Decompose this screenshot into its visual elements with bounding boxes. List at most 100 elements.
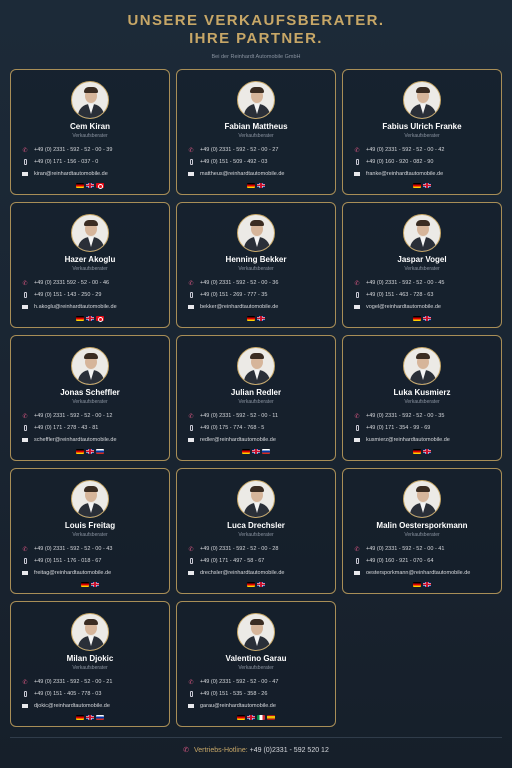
phone-number[interactable]: +49 (0) 2331 - 592 - 52 - 00 - 42: [366, 147, 444, 153]
email-row[interactable]: kiran@reinhardtautomobile.de: [21, 168, 169, 180]
mobile-number[interactable]: +49 (0) 151 - 176 - 018 - 67: [34, 558, 101, 564]
advisor-name: Luca Drechsler: [227, 521, 285, 530]
mobile-number[interactable]: +49 (0) 171 - 156 - 037 - 0: [34, 159, 98, 165]
mobile-row[interactable]: +49 (0) 171 - 354 - 99 - 69: [353, 422, 501, 434]
mobile-number[interactable]: +49 (0) 151 - 463 - 728 - 63: [366, 292, 433, 298]
mobile-row[interactable]: +49 (0) 175 - 774 - 768 - 5: [187, 422, 335, 434]
phone-row[interactable]: ✆ +49 (0) 2331 - 592 - 52 - 00 - 35: [353, 410, 501, 422]
email-link[interactable]: kiran@reinhardtautomobile.de: [34, 171, 108, 177]
email-row[interactable]: djokic@reinhardtautomobile.de: [21, 700, 169, 712]
phone-row[interactable]: ✆ +49 (0) 2331 - 592 - 52 - 00 - 45: [353, 277, 501, 289]
mobile-number[interactable]: +49 (0) 171 - 278 - 43 - 81: [34, 425, 98, 431]
phone-row[interactable]: ✆ +49 (0) 2331 - 592 - 52 - 00 - 28: [187, 543, 335, 555]
hotline-number[interactable]: +49 (0)2331 - 592 520 12: [250, 747, 329, 754]
email-row[interactable]: redler@reinhardtautomobile.de: [187, 434, 335, 446]
advisor-contacts: ✆ +49 (0) 2331 - 592 - 52 - 00 - 21 +49 …: [11, 676, 169, 712]
mobile-number[interactable]: +49 (0) 175 - 774 - 768 - 5: [200, 425, 264, 431]
phone-number[interactable]: +49 (0) 2331 - 592 - 52 - 00 - 21: [34, 679, 112, 685]
mobile-row[interactable]: +49 (0) 151 - 143 - 250 - 29: [21, 289, 169, 301]
email-row[interactable]: bekker@reinhardtautomobile.de: [187, 301, 335, 313]
language-flags: [11, 582, 169, 587]
advisor-card: Valentino Garau Verkaufsberater ✆ +49 (0…: [176, 601, 336, 727]
mobile-number[interactable]: +49 (0) 160 - 920 - 082 - 90: [366, 159, 433, 165]
email-row[interactable]: oestersporkmann@reinhardtautomobile.de: [353, 567, 501, 579]
email-link[interactable]: scheffler@reinhardtautomobile.de: [34, 437, 117, 443]
mobile-number[interactable]: +49 (0) 151 - 405 - 778 - 03: [34, 691, 101, 697]
email-row[interactable]: kusmierz@reinhardtautomobile.de: [353, 434, 501, 446]
phone-row[interactable]: ✆ +49 (0) 2331 - 592 - 52 - 00 - 21: [21, 676, 169, 688]
phone-row[interactable]: ✆ +49 (0) 2331 - 592 - 52 - 00 - 11: [187, 410, 335, 422]
email-row[interactable]: h.akoglu@reinhardtautomobile.de: [21, 301, 169, 313]
phone-row[interactable]: ✆ +49 (0) 2331 - 592 - 52 - 00 - 12: [21, 410, 169, 422]
mobile-row[interactable]: +49 (0) 151 - 176 - 018 - 67: [21, 555, 169, 567]
mobile-row[interactable]: +49 (0) 151 - 463 - 728 - 63: [353, 289, 501, 301]
advisor-card: Hazer Akoglu Verkaufsberater ✆ +49 (0) 2…: [10, 202, 170, 328]
phone-row[interactable]: ✆ +49 (0) 2331 - 592 - 52 - 00 - 47: [187, 676, 335, 688]
mobile-row[interactable]: +49 (0) 171 - 497 - 58 - 67: [187, 555, 335, 567]
email-link[interactable]: franke@reinhardtautomobile.de: [366, 171, 443, 177]
mobile-row[interactable]: +49 (0) 151 - 269 - 777 - 35: [187, 289, 335, 301]
phone-number[interactable]: +49 (0) 2331 - 592 - 52 - 00 - 12: [34, 413, 112, 419]
flag-de-icon: [413, 582, 421, 587]
mobile-row[interactable]: +49 (0) 151 - 405 - 778 - 03: [21, 688, 169, 700]
email-link[interactable]: oestersporkmann@reinhardtautomobile.de: [366, 570, 470, 576]
advisor-role: Verkaufsberater: [404, 399, 440, 405]
email-row[interactable]: scheffler@reinhardtautomobile.de: [21, 434, 169, 446]
phone-row[interactable]: ✆ +49 (0) 2331 - 592 - 52 - 00 - 41: [353, 543, 501, 555]
phone-row[interactable]: ✆ +49 (0) 2331 - 592 - 52 - 00 - 43: [21, 543, 169, 555]
mobile-number[interactable]: +49 (0) 151 - 535 - 358 - 26: [200, 691, 267, 697]
phone-number[interactable]: +49 (0) 2331 - 592 - 52 - 00 - 27: [200, 147, 278, 153]
mobile-row[interactable]: +49 (0) 171 - 156 - 037 - 0: [21, 156, 169, 168]
email-link[interactable]: garau@reinhardtautomobile.de: [200, 703, 276, 709]
phone-number[interactable]: +49 (0) 2331 - 592 - 52 - 00 - 45: [366, 280, 444, 286]
phone-number[interactable]: +49 (0) 2331 - 592 - 52 - 00 - 28: [200, 546, 278, 552]
email-link[interactable]: redler@reinhardtautomobile.de: [200, 437, 276, 443]
email-row[interactable]: freitag@reinhardtautomobile.de: [21, 567, 169, 579]
email-link[interactable]: bekker@reinhardtautomobile.de: [200, 304, 278, 310]
mobile-number[interactable]: +49 (0) 151 - 143 - 250 - 29: [34, 292, 101, 298]
mobile-icon: [187, 557, 195, 565]
phone-number[interactable]: +49 (0) 2331 - 592 - 52 - 00 - 39: [34, 147, 112, 153]
mail-icon: [21, 303, 29, 311]
phone-row[interactable]: ✆ +49 (0) 2331 - 592 - 52 - 00 - 36: [187, 277, 335, 289]
email-link[interactable]: djokic@reinhardtautomobile.de: [34, 703, 110, 709]
email-row[interactable]: drechsler@reinhardtautomobile.de: [187, 567, 335, 579]
phone-row[interactable]: ✆ +49 (0) 2331 - 592 - 52 - 00 - 27: [187, 144, 335, 156]
mobile-number[interactable]: +49 (0) 151 - 509 - 492 - 03: [200, 159, 267, 165]
email-row[interactable]: garau@reinhardtautomobile.de: [187, 700, 335, 712]
phone-icon: ✆: [22, 147, 28, 154]
email-link[interactable]: kusmierz@reinhardtautomobile.de: [366, 437, 450, 443]
email-row[interactable]: mattheus@reinhardtautomobile.de: [187, 168, 335, 180]
mobile-row[interactable]: +49 (0) 151 - 535 - 358 - 26: [187, 688, 335, 700]
mobile-row[interactable]: +49 (0) 171 - 278 - 43 - 81: [21, 422, 169, 434]
email-link[interactable]: vogel@reinhardtautomobile.de: [366, 304, 441, 310]
mobile-number[interactable]: +49 (0) 171 - 354 - 99 - 69: [366, 425, 430, 431]
phone-number[interactable]: +49 (0) 2331 - 592 - 52 - 00 - 47: [200, 679, 278, 685]
phone-number[interactable]: +49 (0) 2331 - 592 - 52 - 00 - 35: [366, 413, 444, 419]
phone-number[interactable]: +49 (0) 2331 - 592 - 52 - 00 - 11: [200, 413, 278, 419]
phone-number[interactable]: +49 (0) 2331 592 - 52 - 00 - 46: [34, 280, 109, 286]
mail-icon: [353, 436, 361, 444]
mobile-row[interactable]: +49 (0) 160 - 921 - 070 - 64: [353, 555, 501, 567]
flag-ru-icon: [96, 449, 104, 454]
mobile-row[interactable]: +49 (0) 151 - 509 - 492 - 03: [187, 156, 335, 168]
mobile-number[interactable]: +49 (0) 171 - 497 - 58 - 67: [200, 558, 264, 564]
phone-number[interactable]: +49 (0) 2331 - 592 - 52 - 00 - 41: [366, 546, 444, 552]
email-row[interactable]: vogel@reinhardtautomobile.de: [353, 301, 501, 313]
email-link[interactable]: mattheus@reinhardtautomobile.de: [200, 171, 284, 177]
phone-row[interactable]: ✆ +49 (0) 2331 - 592 - 52 - 00 - 39: [21, 144, 169, 156]
phone-row[interactable]: ✆ +49 (0) 2331 592 - 52 - 00 - 46: [21, 277, 169, 289]
phone-number[interactable]: +49 (0) 2331 - 592 - 52 - 00 - 36: [200, 280, 278, 286]
advisor-contacts: ✆ +49 (0) 2331 - 592 - 52 - 00 - 35 +49 …: [343, 410, 501, 446]
email-link[interactable]: freitag@reinhardtautomobile.de: [34, 570, 111, 576]
email-link[interactable]: drechsler@reinhardtautomobile.de: [200, 570, 284, 576]
flag-de-icon: [76, 183, 84, 188]
mobile-row[interactable]: +49 (0) 160 - 920 - 082 - 90: [353, 156, 501, 168]
phone-row[interactable]: ✆ +49 (0) 2331 - 592 - 52 - 00 - 42: [353, 144, 501, 156]
email-link[interactable]: h.akoglu@reinhardtautomobile.de: [34, 304, 117, 310]
mobile-number[interactable]: +49 (0) 160 - 921 - 070 - 64: [366, 558, 433, 564]
mobile-number[interactable]: +49 (0) 151 - 269 - 777 - 35: [200, 292, 267, 298]
phone-number[interactable]: +49 (0) 2331 - 592 - 52 - 00 - 43: [34, 546, 112, 552]
advisor-name: Cem Kiran: [69, 122, 110, 131]
email-row[interactable]: franke@reinhardtautomobile.de: [353, 168, 501, 180]
